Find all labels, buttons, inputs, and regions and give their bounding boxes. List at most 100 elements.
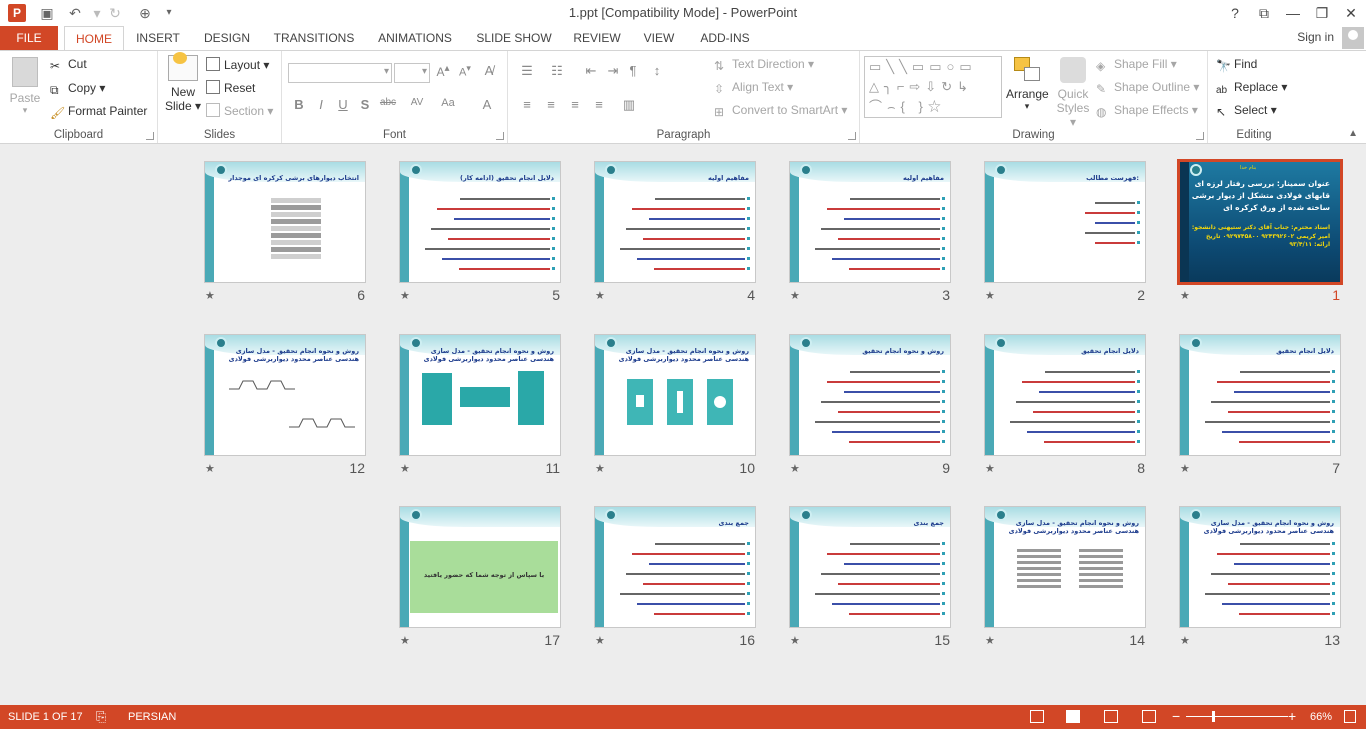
slide-animation-star-icon[interactable]: ★ (400, 634, 410, 647)
slide-animation-star-icon[interactable]: ★ (790, 634, 800, 647)
layout-button[interactable]: Layout ▾ (206, 57, 269, 72)
slide-thumbnail-3[interactable]: مفاهیم اولیه (789, 161, 951, 283)
format-painter-button[interactable]: 🖌 Format Painter (50, 104, 147, 120)
tab-insert[interactable]: INSERT (132, 26, 184, 50)
slide-thumbnail-9[interactable]: روش و نحوه انجام تحقیق (789, 334, 951, 456)
decrease-font-size-icon[interactable]: A▾ (456, 63, 474, 79)
section-button[interactable]: Section ▾ (206, 103, 273, 118)
normal-view-icon[interactable] (1030, 710, 1044, 723)
align-right-icon[interactable]: ≡ (566, 97, 584, 112)
drawing-dialog-launcher[interactable] (1196, 132, 1204, 140)
increase-font-size-icon[interactable]: A▴ (434, 63, 452, 79)
numbering-icon[interactable]: ☷ (548, 63, 566, 79)
character-spacing-button[interactable]: AV (404, 97, 430, 108)
tab-view[interactable]: VIEW (638, 26, 680, 50)
align-text-button[interactable]: ⇳ Align Text ▾ (714, 80, 793, 96)
slide-thumbnail-6[interactable]: انتخاب دیوارهای برشی کرکره ای موجدار (204, 161, 366, 283)
save-icon[interactable]: ▣ (36, 3, 58, 23)
tab-slide-show[interactable]: SLIDE SHOW (472, 26, 556, 50)
powerpoint-app-icon[interactable]: P (8, 4, 26, 22)
text-direction-button[interactable]: ⇅ Text Direction ▾ (714, 57, 814, 73)
user-avatar-icon[interactable] (1342, 27, 1364, 49)
font-size-combobox[interactable] (394, 63, 430, 83)
slide-thumbnail-13[interactable]: روش و نحوه انجام تحقیق - مدل سازی هندسی … (1179, 506, 1341, 628)
font-dialog-launcher[interactable] (496, 132, 504, 140)
quick-styles-button[interactable]: Quick Styles ▾ (1052, 57, 1094, 129)
arrange-button[interactable]: Arrange ▾ (1006, 57, 1049, 112)
fit-slide-icon[interactable] (1344, 710, 1356, 723)
text-direction-rtl-icon[interactable]: ¶ (624, 63, 642, 78)
bold-button[interactable]: B (290, 97, 308, 112)
select-button[interactable]: ↖ Select ▾ (1216, 103, 1277, 119)
slide-animation-star-icon[interactable]: ★ (1180, 462, 1190, 475)
slide-animation-star-icon[interactable]: ★ (1180, 634, 1190, 647)
tab-home[interactable]: HOME (64, 26, 124, 51)
slide-thumbnail-14[interactable]: روش و نحوه انجام تحقیق - مدل سازی هندسی … (984, 506, 1146, 628)
spelling-icon[interactable]: ⎘ (96, 709, 106, 725)
zoom-in-icon[interactable]: + (1288, 708, 1296, 724)
slide-animation-star-icon[interactable]: ★ (400, 289, 410, 302)
slide-animation-star-icon[interactable]: ★ (595, 634, 605, 647)
reset-button[interactable]: Reset (206, 80, 255, 95)
paragraph-dialog-launcher[interactable] (848, 132, 856, 140)
slide-thumbnail-8[interactable]: دلایل انجام تحقیق (984, 334, 1146, 456)
justify-icon[interactable]: ≡ (590, 97, 608, 112)
line-spacing-icon[interactable]: ↕ (648, 63, 666, 78)
close-button[interactable]: ✕ (1338, 2, 1364, 24)
slide-thumbnail-4[interactable]: مفاهیم اولیه (594, 161, 756, 283)
cut-button[interactable]: ✂ Cut (50, 57, 87, 73)
slide-animation-star-icon[interactable]: ★ (985, 289, 995, 302)
text-shadow-button[interactable]: S (356, 97, 374, 112)
slide-thumbnail-1[interactable]: بنام خدا عنوان سمینار: بررسی رفتار لرزه ا… (1177, 159, 1343, 285)
help-button[interactable]: ? (1222, 2, 1248, 24)
ribbon-display-options-button[interactable]: ⧉ (1251, 2, 1277, 24)
align-center-icon[interactable]: ≡ (542, 97, 560, 112)
underline-button[interactable]: U (334, 97, 352, 112)
italic-button[interactable]: I (312, 97, 330, 112)
slide-thumbnail-12[interactable]: روش و نحوه انجام تحقیق - مدل سازی هندسی … (204, 334, 366, 456)
tab-add-ins[interactable]: ADD-INS (694, 26, 756, 50)
replace-button[interactable]: ab Replace ▾ (1216, 80, 1287, 99)
slide-animation-star-icon[interactable]: ★ (790, 462, 800, 475)
slide-thumbnail-10[interactable]: روش و نحوه انجام تحقیق - مدل سازی هندسی … (594, 334, 756, 456)
minimize-button[interactable]: — (1280, 2, 1306, 24)
slide-animation-star-icon[interactable]: ★ (985, 462, 995, 475)
shape-outline-button[interactable]: ✎ Shape Outline ▾ (1096, 80, 1199, 96)
slide-thumbnail-16[interactable]: جمع بندی (594, 506, 756, 628)
slide-thumbnail-7[interactable]: دلایل انجام تحقیق (1179, 334, 1341, 456)
zoom-slider-thumb[interactable] (1212, 711, 1215, 722)
tab-review[interactable]: REVIEW (568, 26, 626, 50)
maximize-button[interactable]: ❐ (1309, 2, 1335, 24)
slide-animation-star-icon[interactable]: ★ (1180, 289, 1190, 302)
new-slide-button[interactable]: New Slide ▾ (164, 52, 202, 113)
font-name-combobox[interactable] (288, 63, 392, 83)
slide-show-view-icon[interactable] (1142, 710, 1156, 723)
slide-animation-star-icon[interactable]: ★ (595, 289, 605, 302)
zoom-out-icon[interactable]: − (1172, 708, 1180, 724)
slide-animation-star-icon[interactable]: ★ (790, 289, 800, 302)
slide-sorter-view-icon[interactable] (1066, 710, 1080, 723)
slide-thumbnail-11[interactable]: روش و نحوه انجام تحقیق - مدل سازی هندسی … (399, 334, 561, 456)
increase-indent-icon[interactable]: ⇥ (604, 63, 622, 79)
slide-animation-star-icon[interactable]: ★ (400, 462, 410, 475)
undo-icon[interactable]: ↶ (64, 3, 86, 23)
change-case-button[interactable]: Aa (436, 97, 460, 109)
zoom-level[interactable]: 66% (1310, 711, 1332, 723)
find-button[interactable]: 🔭 Find (1216, 57, 1257, 73)
tab-file[interactable]: FILE (0, 26, 58, 50)
convert-to-smartart-button[interactable]: ⊞ Convert to SmartArt ▾ (714, 103, 847, 119)
align-left-icon[interactable]: ≡ (518, 97, 536, 112)
copy-button[interactable]: ⧉ Copy ▾ (50, 81, 105, 97)
tab-design[interactable]: DESIGN (198, 26, 256, 50)
language-status[interactable]: PERSIAN (128, 711, 176, 723)
clipboard-dialog-launcher[interactable] (146, 132, 154, 140)
shapes-gallery[interactable]: ▭╲╲▭▭○▭ △╮⌐⇨⇩↻↳ ⌒⌢{ }☆ (864, 56, 1002, 118)
paste-button[interactable]: Paste ▾ (6, 57, 44, 116)
clear-formatting-icon[interactable]: A̸ (480, 63, 498, 78)
slide-animation-star-icon[interactable]: ★ (595, 462, 605, 475)
touch-mode-icon[interactable]: ⊕ (134, 3, 156, 23)
slide-thumbnail-17[interactable]: با سپاس از توجه شما که حضور یافتید (399, 506, 561, 628)
decrease-indent-icon[interactable]: ⇤ (582, 63, 600, 79)
tab-animations[interactable]: ANIMATIONS (372, 26, 458, 50)
slide-thumbnail-2[interactable]: فهرست مطالب: (984, 161, 1146, 283)
